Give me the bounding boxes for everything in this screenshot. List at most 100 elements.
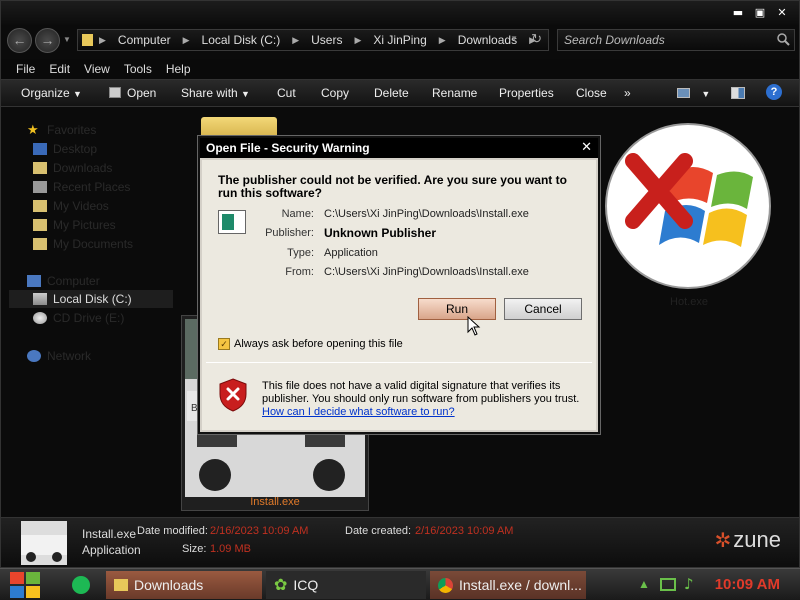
open-label: Open: [127, 86, 157, 100]
breadcrumb-separator-icon[interactable]: ▶: [183, 35, 190, 46]
menu-edit[interactable]: Edit: [42, 59, 77, 79]
cut-button[interactable]: Cut: [277, 86, 296, 100]
help-button[interactable]: ?: [766, 84, 782, 100]
always-ask-checkbox-row[interactable]: ✓ Always ask before opening this file: [218, 338, 403, 350]
always-ask-label: Always ask before opening this file: [234, 338, 403, 350]
chevron-down-icon: ▼: [241, 89, 250, 99]
application-icon: [218, 210, 246, 234]
recent-places-icon: [33, 181, 47, 193]
breadcrumb-separator-icon[interactable]: ▶: [439, 35, 446, 46]
file-label-hot: Hot.exe: [670, 296, 708, 308]
nav-computer[interactable]: Computer: [27, 272, 100, 290]
breadcrumb-separator-icon[interactable]: ▶: [99, 35, 106, 46]
cancel-button[interactable]: Cancel: [504, 298, 582, 320]
nav-favorites[interactable]: ★ Favorites: [27, 121, 96, 139]
nav-downloads[interactable]: Downloads: [33, 159, 112, 177]
rename-button[interactable]: Rename: [432, 86, 477, 100]
name-value: C:\Users\Xi JinPing\Downloads\Install.ex…: [324, 208, 529, 220]
show-hidden-icons-icon[interactable]: ▲: [638, 577, 650, 591]
nav-desktop-label: Desktop: [53, 142, 98, 156]
details-filename: Install.exe: [82, 527, 137, 541]
nav-my-documents[interactable]: My Documents: [33, 235, 133, 253]
details-filetype: Application: [82, 543, 141, 557]
close-window-button[interactable]: ✕: [771, 5, 793, 21]
back-button[interactable]: ←: [7, 28, 32, 53]
quicklaunch-spotify-icon[interactable]: [72, 576, 90, 594]
delete-button[interactable]: Delete: [374, 86, 409, 100]
clock[interactable]: 10:09 AM: [715, 576, 780, 593]
menu-help[interactable]: Help: [159, 59, 198, 79]
copy-button[interactable]: Copy: [321, 86, 349, 100]
dialog-title: Open File - Security Warning: [200, 138, 598, 158]
task-downloads[interactable]: Downloads: [106, 571, 262, 599]
menu-tools[interactable]: Tools: [117, 59, 159, 79]
volume-tray-icon[interactable]: ♪: [684, 575, 694, 593]
nav-recent-label: Recent Places: [53, 180, 131, 194]
address-bar[interactable]: ▶ Computer ▶ Local Disk (C:) ▶ Users ▶ X…: [77, 29, 549, 51]
breadcrumb-user[interactable]: Xi JinPing: [373, 33, 426, 47]
address-dropdown-icon[interactable]: ▼: [510, 34, 518, 43]
preview-pane-button[interactable]: [731, 86, 745, 100]
nav-local-disk[interactable]: Local Disk (C:): [9, 290, 173, 308]
view-options-button[interactable]: ▼: [677, 86, 710, 100]
minimize-button[interactable]: ▬: [727, 5, 749, 21]
help-link[interactable]: How can I decide what software to run?: [262, 406, 582, 419]
zune-brand-text: zune: [733, 527, 781, 552]
dialog-divider: [206, 362, 592, 363]
search-placeholder: Search Downloads: [564, 33, 665, 47]
folder-icon: [114, 579, 128, 591]
breadcrumb-users[interactable]: Users: [311, 33, 342, 47]
nav-videos-label: My Videos: [53, 199, 109, 213]
search-input[interactable]: Search Downloads: [557, 29, 795, 51]
modified-value: 2/16/2023 10:09 AM: [210, 525, 309, 537]
menu-view[interactable]: View: [77, 59, 117, 79]
zune-logo: ✲ zune: [715, 527, 781, 553]
search-icon[interactable]: [776, 32, 790, 46]
dialog-body: The publisher could not be verified. Are…: [202, 160, 596, 430]
organize-button[interactable]: Organize ▼: [21, 86, 82, 100]
windows-error-logo-image: [605, 123, 771, 289]
help-icon: ?: [766, 84, 782, 100]
always-ask-checkbox[interactable]: ✓: [218, 338, 230, 350]
start-button-windows-logo-icon[interactable]: [8, 570, 44, 600]
window-controls: ▬ ▣ ✕: [727, 5, 793, 21]
history-dropdown-icon[interactable]: ▼: [63, 35, 71, 44]
more-commands-button[interactable]: »: [624, 86, 631, 100]
breadcrumb-local-disk[interactable]: Local Disk (C:): [202, 33, 281, 47]
nav-recent-places[interactable]: Recent Places: [33, 178, 130, 196]
nav-local-disk-label: Local Disk (C:): [53, 292, 132, 306]
run-button[interactable]: Run: [418, 298, 496, 320]
security-warning-dialog: Open File - Security Warning ✕ The publi…: [198, 136, 600, 434]
dialog-question: The publisher could not be verified. Are…: [218, 173, 567, 200]
breadcrumb-computer[interactable]: Computer: [118, 33, 171, 47]
file-item-hot[interactable]: Hot.exe: [599, 121, 779, 321]
created-label: Date created:: [345, 525, 412, 537]
nav-network[interactable]: Network: [27, 347, 91, 365]
nav-my-pictures[interactable]: My Pictures: [33, 216, 116, 234]
forward-button[interactable]: →: [35, 28, 60, 53]
from-label: From:: [285, 266, 314, 278]
breadcrumb-separator-icon[interactable]: ▶: [354, 35, 361, 46]
view-icon: [677, 88, 690, 98]
close-button[interactable]: Close: [576, 86, 607, 100]
maximize-button[interactable]: ▣: [749, 5, 771, 21]
command-bar: Organize ▼ Open Share with ▼ Cut Copy De…: [1, 79, 799, 107]
menu-file[interactable]: File: [9, 59, 42, 79]
preview-pane-icon: [731, 87, 745, 99]
from-value: C:\Users\Xi JinPing\Downloads\Install.ex…: [324, 266, 529, 278]
refresh-icon[interactable]: ↻: [531, 31, 542, 47]
dialog-close-button[interactable]: ✕: [581, 140, 592, 155]
breadcrumb-downloads[interactable]: Downloads: [458, 33, 517, 47]
properties-button[interactable]: Properties: [499, 86, 554, 100]
open-button[interactable]: Open: [109, 86, 156, 100]
nav-desktop[interactable]: Desktop: [33, 140, 97, 158]
nav-my-videos[interactable]: My Videos: [33, 197, 109, 215]
task-chrome[interactable]: Install.exe / downl...: [430, 571, 586, 599]
share-with-button[interactable]: Share with ▼: [181, 86, 250, 100]
nav-cd-drive[interactable]: CD Drive (E:): [33, 309, 124, 327]
breadcrumb-separator-icon[interactable]: ▶: [292, 35, 299, 46]
task-chrome-label: Install.exe / downl...: [459, 577, 582, 593]
network-tray-icon[interactable]: [660, 578, 676, 591]
documents-icon: [33, 238, 47, 250]
task-icq[interactable]: ✿ ICQ: [266, 571, 426, 599]
